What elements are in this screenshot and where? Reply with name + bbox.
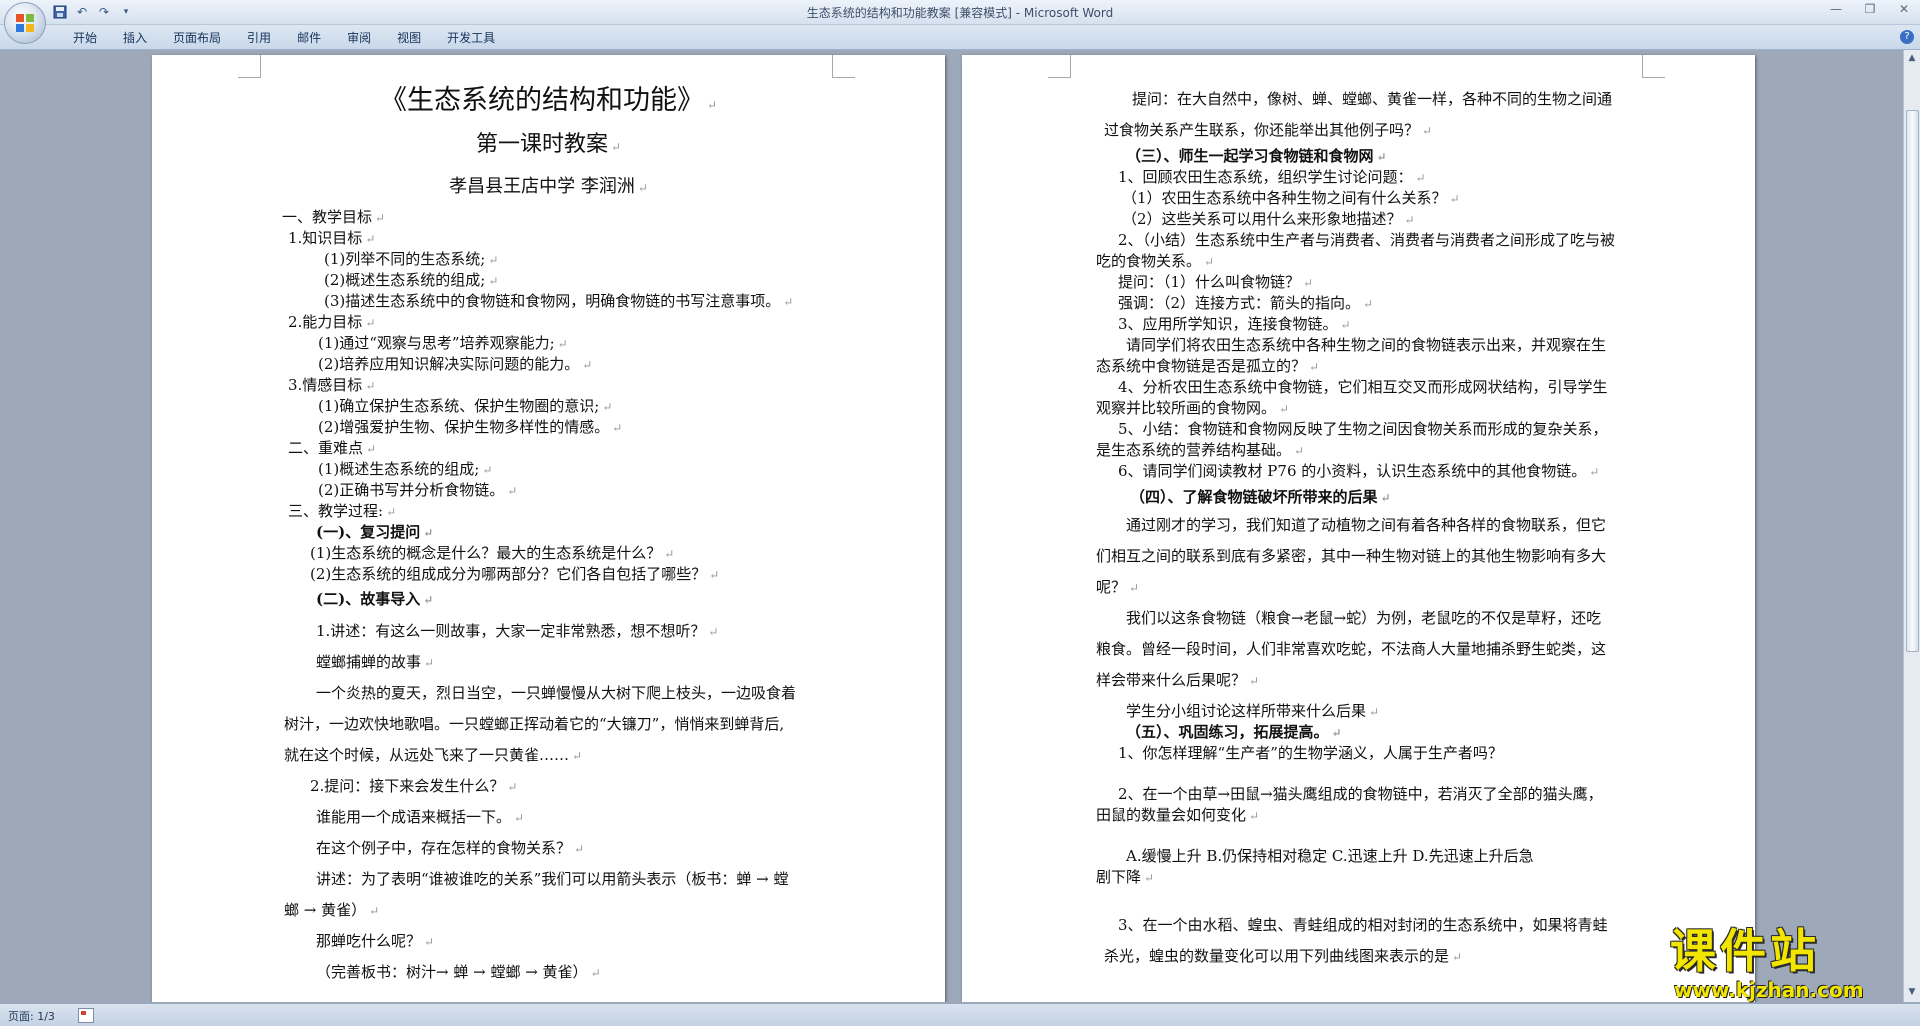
- doc-line: (3)描述生态系统中的食物链和食物网，明确食物链的书写注意事项。 ↵: [324, 292, 794, 310]
- doc-line: (2)生态系统的组成成分为哪两部分？它们各自包括了哪些？ ↵: [310, 565, 720, 583]
- doc-line: 2、（小结）生态系统中生产者与消费者、消费者与消费者之间形成了吃与被: [1118, 231, 1616, 249]
- doc-line: 们相互之间的联系到底有多紧密，其中一种生物对链上的其他生物影响有多大: [1096, 547, 1607, 565]
- doc-line: 树汁，一边欢快地歌唱。一只螳螂正挥动着它的“大镰刀”，悄悄来到蝉背后,: [284, 715, 785, 733]
- doc-line: 呢？ ↵: [1096, 578, 1140, 596]
- doc-section-heading: （三）、师生一起学习食物链和食物网 ↵: [1126, 147, 1387, 165]
- doc-title: 《生态系统的结构和功能》 ↵: [379, 85, 718, 116]
- doc-line: 田鼠的数量会如何变化 ↵: [1096, 806, 1260, 824]
- doc-line: 3、在一个由水稻、蝗虫、青蛙组成的相对封闭的生态系统中，如果将青蛙: [1118, 916, 1608, 934]
- doc-author: 孝昌县王店中学 李润洲 ↵: [449, 176, 648, 197]
- window-controls: — ❐ ✕: [1826, 2, 1914, 20]
- doc-line: 强调：（2）连接方式：箭头的指向。 ↵: [1118, 294, 1374, 312]
- doc-line: 讲述：为了表明“谁被谁吃的关系”我们可以用箭头表示（板书：蝉 → 螳: [316, 870, 789, 888]
- watermark-text: 课件站: [1670, 924, 1820, 978]
- doc-line: 2.能力目标 ↵: [288, 313, 376, 331]
- scroll-up-icon[interactable]: ▲: [1906, 52, 1918, 64]
- doc-line: 提问：（1）什么叫食物链？ ↵: [1118, 273, 1314, 291]
- document-area: 《生态系统的结构和功能》 ↵ 第一课时教案 ↵ 孝昌县王店中学 李润洲 ↵ 一、教学目…: [0, 50, 1904, 1002]
- maximize-icon[interactable]: ❐: [1860, 2, 1880, 20]
- doc-line: (1)通过“观察与思考”培养观察能力; ↵: [318, 334, 568, 352]
- doc-line: 螳螂捕蝉的故事 ↵: [316, 653, 435, 671]
- doc-line: 粮食。曾经一段时间，人们非常喜欢吃蛇，不法商人大量地捕杀野生蛇类，这: [1096, 640, 1607, 658]
- doc-line: 一个炎热的夏天，烈日当空，一只蝉慢慢从大树下爬上枝头，一边吸食着: [316, 684, 797, 702]
- doc-line: 是生态系统的营养结构基础。 ↵: [1096, 441, 1305, 459]
- close-icon[interactable]: ✕: [1894, 2, 1914, 20]
- page-count[interactable]: 页面: 1/3: [8, 1008, 55, 1024]
- doc-line: 那蝉吃什么呢？ ↵: [316, 932, 435, 950]
- doc-line: (1)生态系统的概念是什么？最大的生态系统是什么？ ↵: [310, 544, 675, 562]
- tab-mailings[interactable]: 邮件: [284, 30, 334, 46]
- doc-line: 通过刚才的学习，我们知道了动植物之间有着各种各样的食物联系，但它: [1126, 516, 1607, 534]
- doc-line: 杀光，蝗虫的数量变化可以用下列曲线图来表示的是 ↵: [1104, 947, 1463, 965]
- doc-line: (1)确立保护生态系统、保护生物圈的意识; ↵: [318, 397, 613, 415]
- spelling-status-icon[interactable]: [78, 1008, 94, 1023]
- doc-line: 谁能用一个成语来概括一下。 ↵: [316, 808, 525, 826]
- window-title: 生态系统的结构和功能教案 [兼容模式] - Microsoft Word: [806, 6, 1114, 20]
- minimize-icon[interactable]: —: [1826, 2, 1846, 20]
- doc-line: 5、小结：食物链和食物网反映了生物之间因食物关系而形成的复杂关系，: [1118, 420, 1608, 438]
- doc-line: 吃的食物关系。 ↵: [1096, 252, 1215, 270]
- doc-section-heading: (二)、故事导入 ↵: [316, 590, 434, 608]
- doc-line: 我们以这条食物链（粮食→老鼠→蛇）为例，老鼠吃的不仅是草籽，还吃: [1126, 609, 1602, 627]
- doc-line: 就在这个时候，从远处飞来了一只黄雀…… ↵: [284, 746, 583, 764]
- tab-review[interactable]: 审阅: [334, 30, 384, 46]
- doc-line: 学生分小组讨论这样所带来什么后果 ↵: [1126, 702, 1380, 720]
- status-bar: 页面: 1/3: [0, 1003, 1920, 1026]
- doc-line: (2)正确书写并分析食物链。 ↵: [318, 481, 518, 499]
- doc-line: 三、教学过程: ↵: [288, 502, 397, 520]
- doc-line: 3.情感目标 ↵: [288, 376, 376, 394]
- doc-line: 二、重难点 ↵: [288, 439, 377, 457]
- doc-line: 在这个例子中，存在怎样的食物关系？ ↵: [316, 839, 585, 857]
- doc-line: 1、你怎样理解“生产者”的生物学涵义，人属于生产者吗？: [1118, 744, 1503, 762]
- doc-line: （完善板书：树汁→ 蝉 → 螳螂 → 黄雀） ↵: [316, 963, 601, 981]
- tab-developer[interactable]: 开发工具: [434, 30, 508, 46]
- doc-line: (2)概述生态系统的组成; ↵: [324, 271, 499, 289]
- tab-page-layout[interactable]: 页面布局: [160, 30, 234, 46]
- doc-line: 1.讲述：有这么一则故事，大家一定非常熟悉，想不想听？ ↵: [316, 622, 719, 640]
- doc-line: 4、分析农田生态系统中食物链，它们相互交叉而形成网状结构，引导学生: [1118, 378, 1608, 396]
- scroll-down-icon[interactable]: ▼: [1906, 986, 1918, 998]
- doc-line: 态系统中食物链是否是孤立的？ ↵: [1096, 357, 1320, 375]
- doc-line: 提问：在大自然中，像树、蝉、螳螂、黄雀一样，各种不同的生物之间通: [1132, 90, 1613, 108]
- document-page-2[interactable]: 提问：在大自然中，像树、蝉、螳螂、黄雀一样，各种不同的生物之间通 过食物关系产生…: [962, 55, 1755, 1002]
- doc-line: 剧下降 ↵: [1096, 868, 1155, 886]
- doc-line: 样会带来什么后果呢？ ↵: [1096, 671, 1260, 689]
- doc-line: （1）农田生态系统中各种生物之间有什么关系？ ↵: [1122, 189, 1460, 207]
- doc-section-heading: (一)、复习提问 ↵: [316, 523, 434, 541]
- doc-line: 过食物关系产生联系，你还能举出其他例子吗？ ↵: [1104, 121, 1433, 139]
- tab-view[interactable]: 视图: [384, 30, 434, 46]
- doc-line: 请同学们将农田生态系统中各种生物之间的食物链表示出来，并观察在生: [1126, 336, 1607, 354]
- doc-line: (1)列举不同的生态系统; ↵: [324, 250, 499, 268]
- vertical-scrollbar[interactable]: ▲ ▼: [1903, 50, 1920, 1002]
- tab-references[interactable]: 引用: [234, 30, 284, 46]
- doc-line: (2)培养应用知识解决实际问题的能力。 ↵: [318, 355, 593, 373]
- doc-line: 螂 → 黄雀） ↵: [284, 901, 380, 919]
- tab-home[interactable]: 开始: [60, 30, 110, 46]
- title-bar: ↶ ↷ ▾ 生态系统的结构和功能教案 [兼容模式] - Microsoft Wo…: [0, 0, 1920, 25]
- doc-subtitle: 第一课时教案 ↵: [475, 132, 622, 157]
- document-page-1[interactable]: 《生态系统的结构和功能》 ↵ 第一课时教案 ↵ 孝昌县王店中学 李润洲 ↵ 一、教学目…: [152, 55, 945, 1002]
- office-logo-icon: [16, 14, 34, 32]
- doc-line: (2)增强爱护生物、保护生物多样性的情感。 ↵: [318, 418, 623, 436]
- scrollbar-thumb[interactable]: [1906, 110, 1919, 652]
- watermark-url: www.kjzhan.com: [1674, 978, 1864, 1002]
- doc-line: A.缓慢上升 B.仍保持相对稳定 C.迅速上升 D.先迅速上升后急: [1126, 847, 1534, 865]
- doc-line: （2）这些关系可以用什么来形象地描述？ ↵: [1122, 210, 1415, 228]
- doc-line: 1、回顾农田生态系统，组织学生讨论问题： ↵: [1118, 168, 1426, 186]
- tab-insert[interactable]: 插入: [110, 30, 160, 46]
- doc-section-heading: （五）、巩固练习，拓展提高。 ↵: [1126, 723, 1342, 741]
- doc-line: 2.提问：接下来会发生什么？ ↵: [310, 777, 518, 795]
- doc-line: 一、教学目标 ↵: [282, 208, 386, 226]
- office-button[interactable]: [4, 2, 46, 44]
- watermark-logo: 课件站 www.kjzhan.com: [1664, 924, 1906, 1004]
- doc-line: 2、在一个由草→田鼠→猫头鹰组成的食物链中，若消灭了全部的猫头鹰，: [1118, 785, 1603, 803]
- doc-line: 观察并比较所画的食物网。 ↵: [1096, 399, 1290, 417]
- doc-line: 3、应用所学知识，连接食物链。 ↵: [1118, 315, 1351, 333]
- doc-line: 6、请同学们阅读教材 P76 的小资料，认识生态系统中的其他食物链。 ↵: [1118, 462, 1600, 480]
- doc-line: (1)概述生态系统的组成; ↵: [318, 460, 493, 478]
- doc-section-heading: （四）、了解食物链破坏所带来的后果 ↵: [1130, 488, 1391, 506]
- help-icon[interactable]: ?: [1900, 30, 1914, 44]
- ribbon-tab-bar: 开始 插入 页面布局 引用 邮件 审阅 视图 开发工具: [0, 25, 1920, 50]
- doc-line: 1.知识目标 ↵: [288, 229, 376, 247]
